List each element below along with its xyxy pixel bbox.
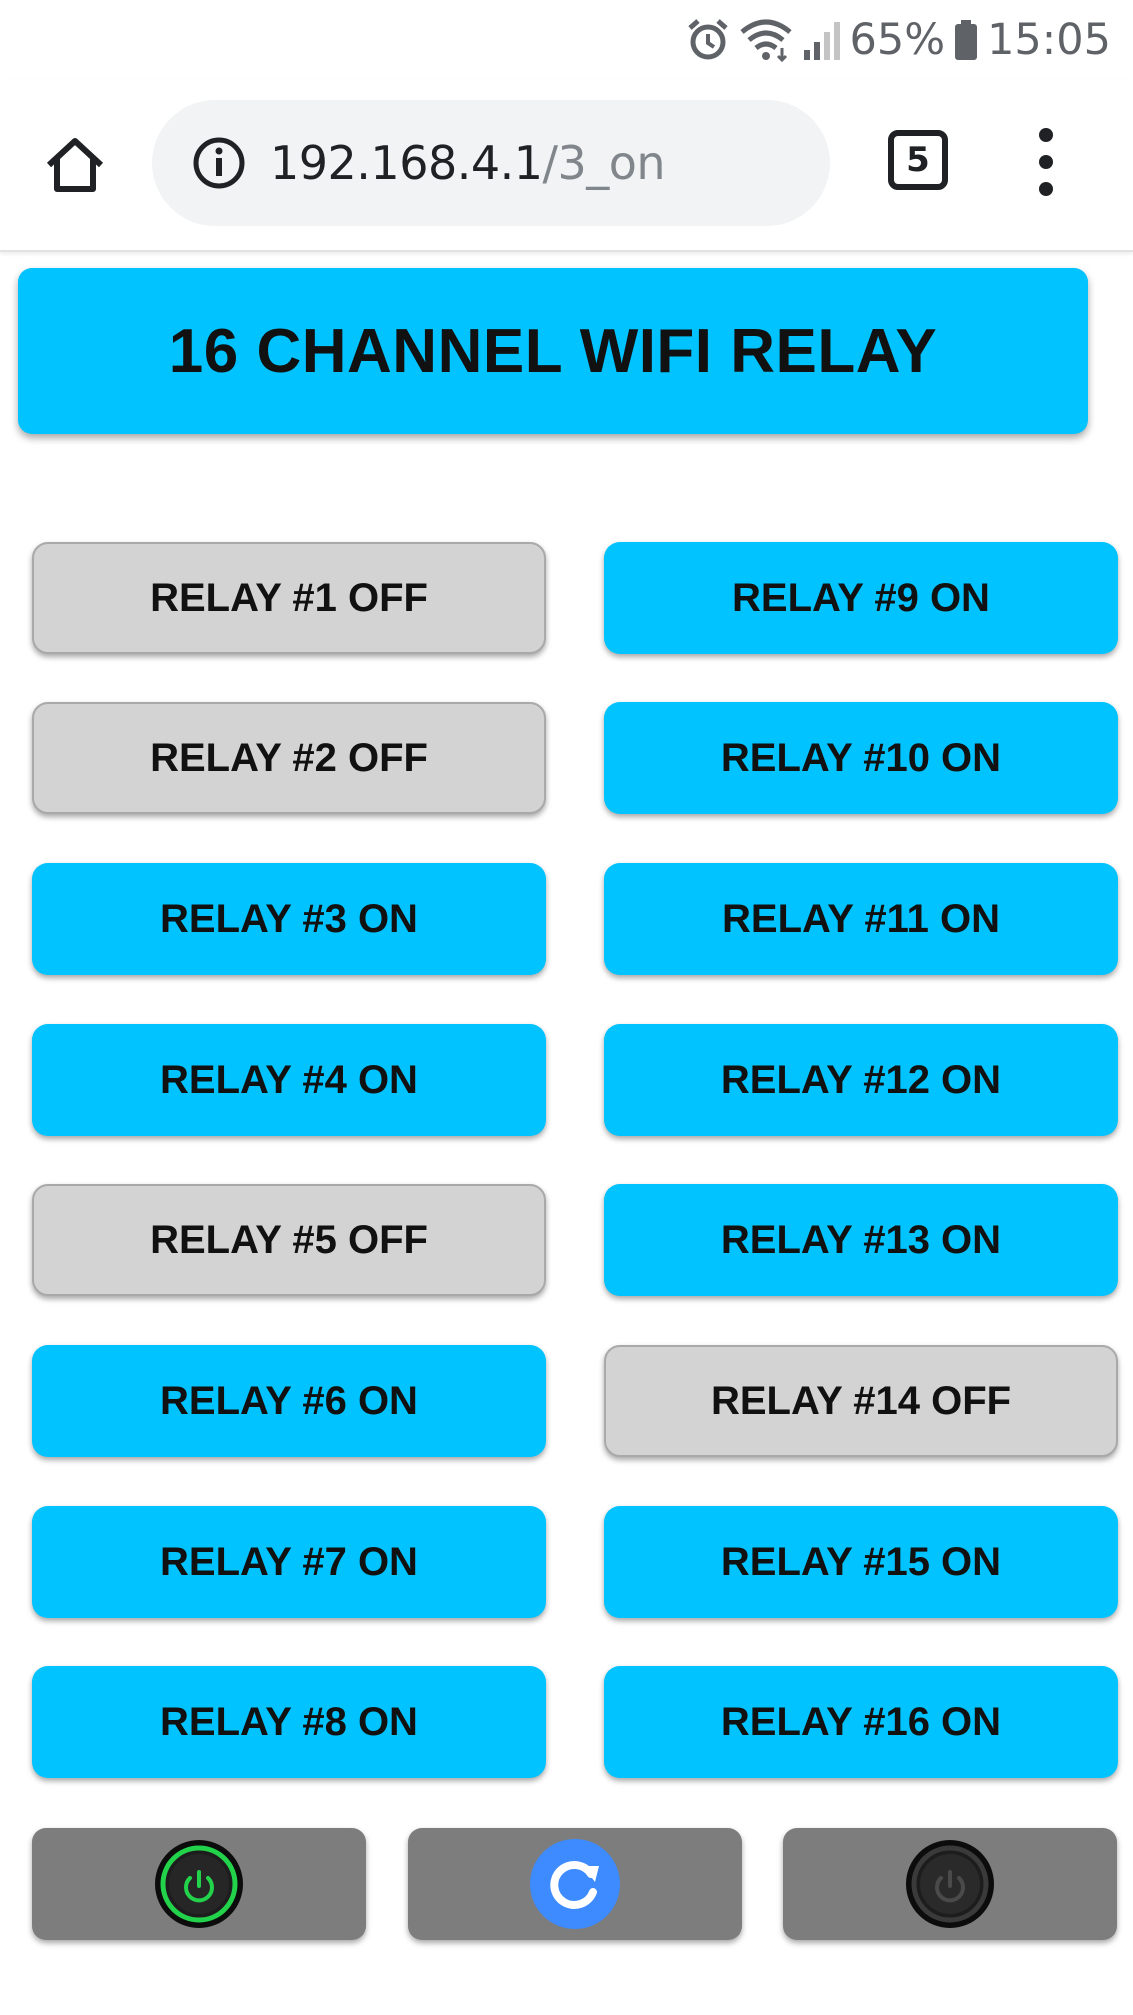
relay-11-button[interactable]: RELAY #11 ON <box>604 863 1118 975</box>
relay-4-button[interactable]: RELAY #4 ON <box>32 1024 546 1136</box>
relay-label: RELAY #4 ON <box>160 1057 418 1102</box>
page-title: 16 CHANNEL WIFI RELAY <box>168 316 938 386</box>
relay-14-button[interactable]: RELAY #14 OFF <box>604 1345 1118 1457</box>
wifi-icon <box>738 18 794 62</box>
refresh-icon <box>530 1839 620 1929</box>
relay-label: RELAY #16 ON <box>720 1699 1002 1744</box>
home-button[interactable] <box>38 128 112 202</box>
url-text: 192.168.4.1/3_on <box>270 100 666 226</box>
relay-12-button[interactable]: RELAY #12 ON <box>604 1024 1118 1136</box>
relay-label: RELAY #14 OFF <box>710 1378 1012 1423</box>
battery-percent: 65% <box>849 15 946 65</box>
status-icons: 65% 15:05 <box>686 10 1111 70</box>
browser-menu-button[interactable] <box>1022 128 1070 196</box>
relay-3-button[interactable]: RELAY #3 ON <box>32 863 546 975</box>
address-bar[interactable]: 192.168.4.1/3_on <box>152 100 830 226</box>
relay-label: RELAY #6 ON <box>160 1378 418 1423</box>
relay-label: RELAY #11 ON <box>722 896 1000 941</box>
signal-icon <box>802 18 842 62</box>
relay-5-button[interactable]: RELAY #5 OFF <box>32 1184 546 1296</box>
relay-10-button[interactable]: RELAY #10 ON <box>604 702 1118 814</box>
url-path: /3_on <box>542 136 666 190</box>
relay-label: RELAY #5 OFF <box>150 1217 428 1262</box>
home-icon <box>46 138 104 192</box>
relay-label: RELAY #1 OFF <box>150 575 428 620</box>
relay-label: RELAY #15 ON <box>720 1539 1002 1584</box>
menu-dot <box>1039 155 1053 169</box>
url-host: 192.168.4.1 <box>270 136 543 190</box>
relay-9-button[interactable]: RELAY #9 ON <box>604 542 1118 654</box>
power-icon-dark <box>906 1840 994 1928</box>
relay-label: RELAY #9 ON <box>732 575 990 620</box>
menu-dot <box>1039 182 1053 196</box>
all-off-button[interactable] <box>783 1828 1117 1940</box>
power-icon-green <box>155 1840 243 1928</box>
relay-2-button[interactable]: RELAY #2 OFF <box>32 702 546 814</box>
menu-dot <box>1039 128 1053 142</box>
refresh-button[interactable] <box>408 1828 742 1940</box>
relay-15-button[interactable]: RELAY #15 ON <box>604 1506 1118 1618</box>
tab-switcher-button[interactable]: 5 <box>888 130 948 190</box>
relay-label: RELAY #8 ON <box>160 1699 418 1744</box>
relay-label: RELAY #13 ON <box>720 1217 1002 1262</box>
clock-time: 15:05 <box>987 15 1111 65</box>
relay-8-button[interactable]: RELAY #8 ON <box>32 1666 546 1778</box>
all-on-button[interactable] <box>32 1828 366 1940</box>
alarm-icon <box>686 18 730 62</box>
page-title-banner: 16 CHANNEL WIFI RELAY <box>18 268 1088 434</box>
relay-16-button[interactable]: RELAY #16 ON <box>604 1666 1118 1778</box>
relay-label: RELAY #12 ON <box>720 1057 1002 1102</box>
relay-6-button[interactable]: RELAY #6 ON <box>32 1345 546 1457</box>
status-bar: 65% 15:05 <box>0 0 1133 80</box>
tab-count: 5 <box>906 140 930 180</box>
relay-13-button[interactable]: RELAY #13 ON <box>604 1184 1118 1296</box>
relay-label: RELAY #3 ON <box>160 896 418 941</box>
battery-icon <box>953 18 979 62</box>
relay-1-button[interactable]: RELAY #1 OFF <box>32 542 546 654</box>
relay-label: RELAY #7 ON <box>160 1539 418 1584</box>
relay-7-button[interactable]: RELAY #7 ON <box>32 1506 546 1618</box>
browser-toolbar: 192.168.4.1/3_on 5 <box>0 80 1133 252</box>
info-icon[interactable] <box>192 136 246 190</box>
relay-label: RELAY #2 OFF <box>150 735 428 780</box>
relay-label: RELAY #10 ON <box>720 735 1002 780</box>
